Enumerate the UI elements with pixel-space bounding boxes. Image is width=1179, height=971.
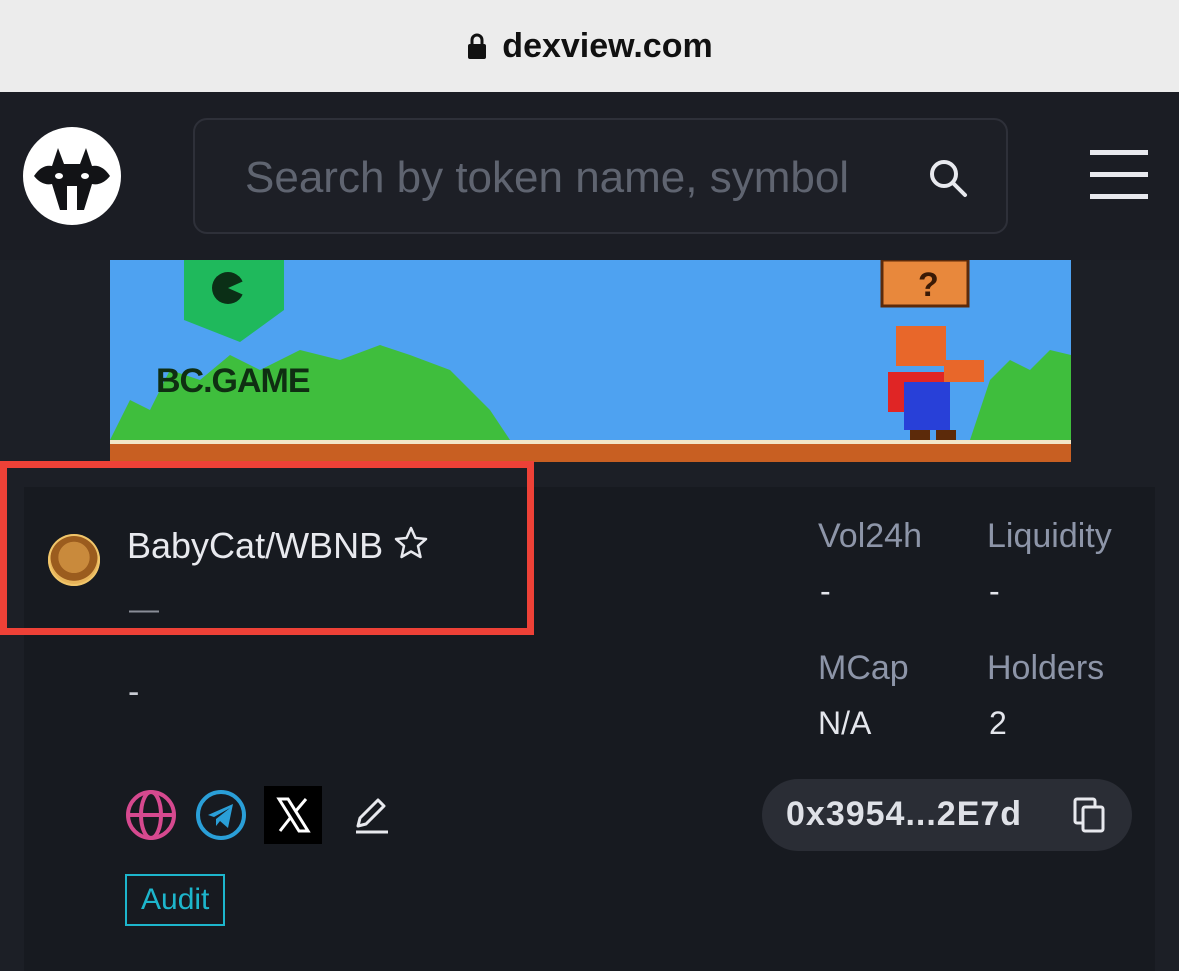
banner-label: BC.GAME (156, 362, 311, 400)
liquidity-value: - (989, 573, 1000, 609)
telegram-icon[interactable] (192, 786, 250, 844)
mcap-label: MCap (818, 649, 909, 687)
contract-address: 0x3954...2E7d (786, 795, 1023, 833)
search-box[interactable] (193, 118, 1008, 234)
cat-logo-icon[interactable] (22, 126, 122, 226)
holders-value: 2 (989, 705, 1007, 741)
holders-label: Holders (987, 649, 1105, 687)
vol24h-value: - (820, 573, 831, 609)
banner-art: ? (110, 260, 1071, 462)
ad-banner[interactable]: ? BC.GAME (110, 260, 1071, 462)
browser-url-bar[interactable]: dexview.com (0, 0, 1179, 92)
highlight-box (0, 461, 534, 635)
website-icon[interactable] (122, 786, 180, 844)
edit-icon[interactable] (342, 786, 400, 844)
liquidity-label: Liquidity (987, 517, 1112, 555)
contract-address-pill[interactable]: 0x3954...2E7d (762, 779, 1132, 851)
search-icon[interactable] (928, 158, 968, 198)
lock-icon (468, 33, 487, 59)
copy-icon[interactable] (1073, 797, 1105, 833)
mcap-value: N/A (818, 705, 872, 741)
svg-text:?: ? (918, 266, 939, 304)
vol24h-label: Vol24h (818, 517, 922, 555)
audit-button[interactable]: Audit (125, 874, 226, 926)
token-description: - (128, 673, 140, 711)
app-header (0, 92, 1179, 260)
url-text: dexview.com (502, 26, 713, 65)
hamburger-menu-icon[interactable] (1090, 148, 1148, 200)
search-input[interactable] (243, 142, 897, 214)
x-icon[interactable] (264, 786, 322, 844)
